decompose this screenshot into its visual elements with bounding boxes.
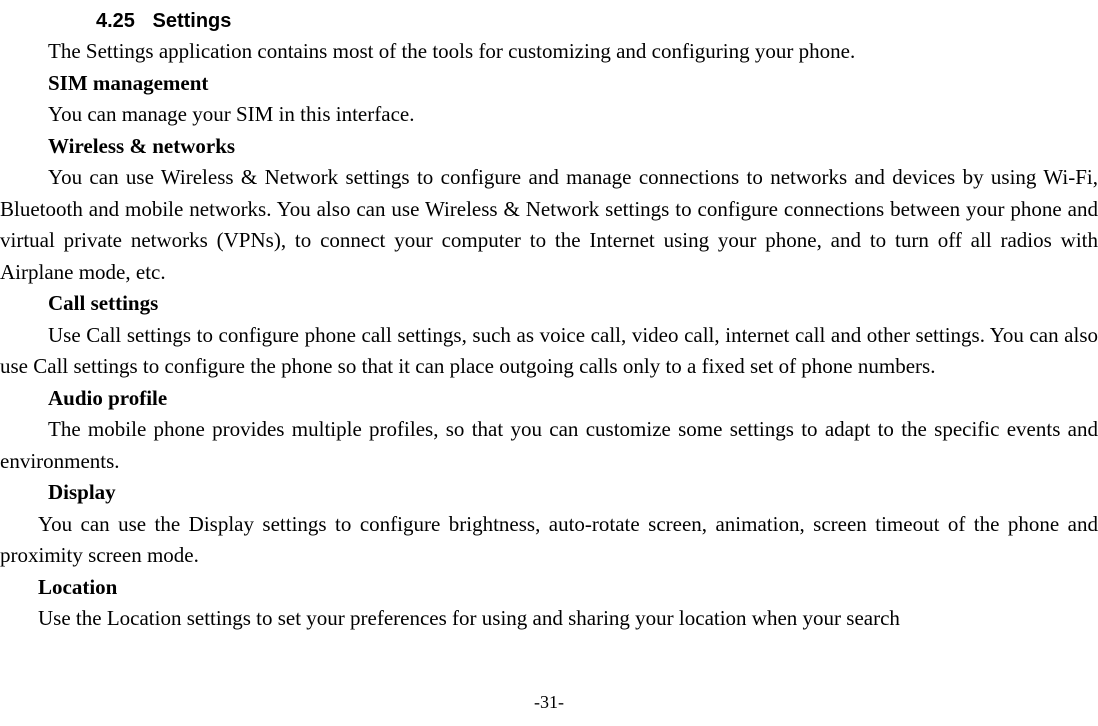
page-content: 4.25 Settings The Settings application c…	[0, 0, 1098, 635]
wireless-heading: Wireless & networks	[0, 131, 1098, 163]
section-title-text: Settings	[153, 10, 232, 32]
call-body: Use Call settings to configure phone cal…	[0, 320, 1098, 383]
section-heading: 4.25 Settings	[96, 6, 1098, 36]
sim-heading: SIM management	[0, 68, 1098, 100]
call-heading: Call settings	[0, 288, 1098, 320]
location-heading: Location	[0, 572, 1098, 604]
page-number: -31-	[0, 689, 1098, 716]
section-number: 4.25	[96, 10, 135, 32]
intro-paragraph: The Settings application contains most o…	[0, 36, 1098, 68]
wireless-body: You can use Wireless & Network settings …	[0, 162, 1098, 288]
location-body: Use the Location settings to set your pr…	[0, 603, 1098, 635]
sim-body: You can manage your SIM in this interfac…	[0, 99, 1098, 131]
audio-body: The mobile phone provides multiple profi…	[0, 414, 1098, 477]
display-body: You can use the Display settings to conf…	[0, 509, 1098, 572]
audio-heading: Audio profile	[0, 383, 1098, 415]
display-heading: Display	[0, 477, 1098, 509]
